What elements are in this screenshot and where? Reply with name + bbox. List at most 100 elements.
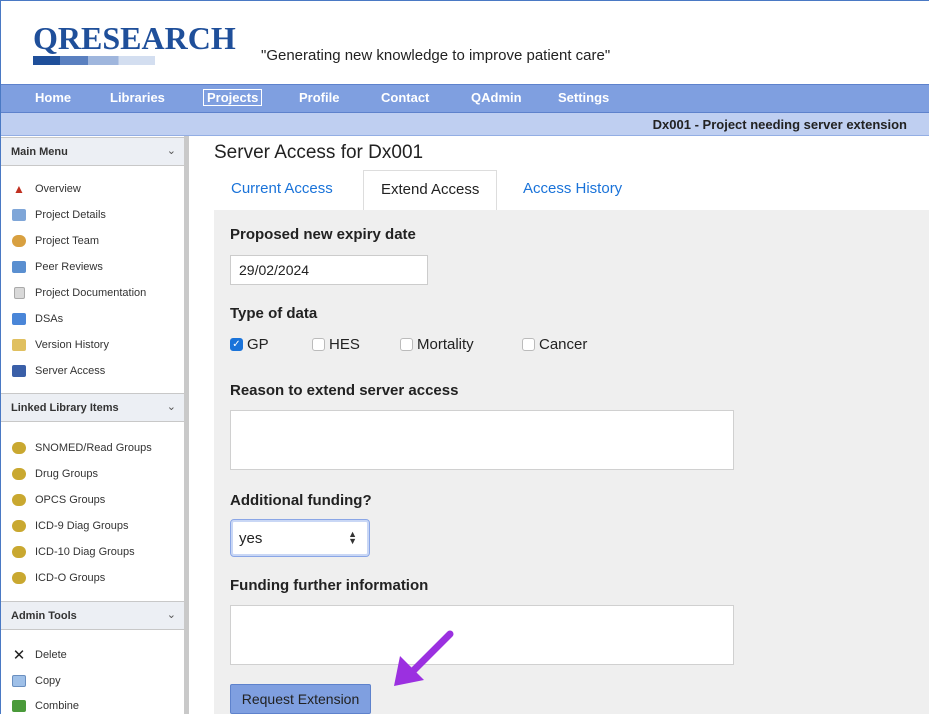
nav-home[interactable]: Home (35, 90, 71, 105)
annotation-arrow-icon (394, 630, 454, 686)
main-nav: Home Libraries Projects Profile Contact … (1, 84, 929, 113)
funding-info-textarea[interactable] (230, 605, 734, 665)
chevron-down-icon[interactable]: ⌄ (167, 144, 176, 157)
sidebar-item-combine[interactable]: Combine (11, 696, 79, 714)
sidebar-item-label: OPCS Groups (35, 494, 106, 506)
sidebar-item-icd10-groups[interactable]: ICD-10 Diag Groups (11, 542, 135, 562)
site-header: QRESEARCH "Generating new knowledge to i… (1, 1, 929, 84)
extend-access-form: Proposed new expiry date 29/02/2024 Type… (214, 210, 929, 714)
nav-contact[interactable]: Contact (381, 90, 429, 105)
sidebar-item-project-details[interactable]: Project Details (11, 205, 106, 225)
project-title: Dx001 - Project needing server extension (652, 117, 907, 132)
sidebar-item-icd9-groups[interactable]: ICD-9 Diag Groups (11, 516, 129, 536)
funding-label: Additional funding? (230, 492, 372, 509)
funding-info-label: Funding further information (230, 577, 429, 594)
checkbox-hes[interactable]: HES (312, 336, 360, 353)
library-group-icon (11, 441, 27, 455)
main-content: Server Access for Dx001 Current Access E… (194, 136, 929, 714)
expiry-date-input[interactable]: 29/02/2024 (230, 255, 428, 285)
sidebar-item-copy[interactable]: Copy (11, 671, 61, 691)
chevron-down-icon[interactable]: ⌄ (167, 608, 176, 621)
data-type-label: Type of data (230, 305, 318, 322)
checkbox-checked-icon[interactable]: ✓ (230, 338, 243, 351)
library-group-icon (11, 493, 27, 507)
admin-tools-header[interactable]: Admin Tools ⌄ (1, 601, 184, 630)
sidebar-item-delete[interactable]: ✕ Delete (11, 645, 67, 665)
project-details-icon (11, 208, 27, 222)
sidebar-item-label: ICD-10 Diag Groups (35, 546, 135, 558)
sidebar-item-label: Copy (35, 675, 61, 687)
project-bar: Dx001 - Project needing server extension (1, 113, 929, 136)
library-group-icon (11, 467, 27, 481)
sidebar-item-label: Drug Groups (35, 468, 98, 480)
dsa-icon (11, 312, 27, 326)
nav-profile[interactable]: Profile (299, 90, 339, 105)
sidebar-item-server-access[interactable]: Server Access (11, 361, 105, 381)
sidebar-item-overview[interactable]: ▲ Overview (11, 179, 81, 199)
main-menu-header[interactable]: Main Menu ⌄ (1, 137, 184, 166)
logo-text: QRESEARCH (33, 20, 236, 56)
tab-current-access[interactable]: Current Access (214, 170, 350, 210)
sidebar-item-label: Version History (35, 339, 109, 351)
sidebar-item-label: ICD-O Groups (35, 572, 106, 584)
sidebar-item-label: ICD-9 Diag Groups (35, 520, 129, 532)
server-icon (11, 364, 27, 378)
team-icon (11, 234, 27, 248)
nav-qadmin[interactable]: QAdmin (471, 90, 522, 105)
tagline: "Generating new knowledge to improve pat… (261, 47, 611, 64)
checkbox-unchecked-icon[interactable] (522, 338, 535, 351)
delete-x-icon: ✕ (12, 647, 26, 664)
funding-select[interactable]: yes ▲ ▼ (230, 519, 370, 557)
sidebar-item-snomed-groups[interactable]: SNOMED/Read Groups (11, 438, 152, 458)
sidebar: Main Menu ⌄ ▲ Overview Project Details P… (1, 136, 189, 714)
sidebar-item-label: Project Team (35, 235, 99, 247)
sidebar-item-label: Project Documentation (35, 287, 147, 299)
page-title: Server Access for Dx001 (214, 142, 424, 163)
checkbox-gp[interactable]: ✓ GP (230, 336, 269, 353)
tab-access-history[interactable]: Access History (506, 170, 639, 210)
funding-select-value: yes (239, 530, 263, 547)
sidebar-item-version-history[interactable]: Version History (11, 335, 109, 355)
expiry-date-label: Proposed new expiry date (230, 226, 416, 243)
nav-libraries[interactable]: Libraries (110, 90, 165, 105)
qresearch-logo[interactable]: QRESEARCH (33, 21, 236, 65)
sidebar-item-project-documentation[interactable]: Project Documentation (11, 283, 146, 303)
request-extension-button[interactable]: Request Extension (230, 684, 371, 714)
checkbox-label: Cancer (539, 336, 588, 353)
reason-textarea[interactable] (230, 410, 734, 470)
main-menu-heading: Main Menu (11, 146, 68, 158)
document-icon (11, 286, 27, 300)
checkbox-unchecked-icon[interactable] (312, 338, 325, 351)
sidebar-item-project-team[interactable]: Project Team (11, 231, 99, 251)
checkbox-label: HES (329, 336, 360, 353)
sidebar-item-label: Delete (35, 649, 67, 661)
sidebar-item-label: Server Access (35, 365, 106, 377)
sidebar-item-label: Project Details (35, 209, 106, 221)
sidebar-item-label: Peer Reviews (35, 261, 103, 273)
combine-icon (11, 699, 27, 713)
checkbox-mortality[interactable]: Mortality (400, 336, 474, 353)
sidebar-item-label: DSAs (35, 313, 64, 325)
library-group-icon (11, 519, 27, 533)
tab-extend-access[interactable]: Extend Access (363, 170, 498, 210)
sidebar-item-opcs-groups[interactable]: OPCS Groups (11, 490, 105, 510)
nav-projects[interactable]: Projects (203, 89, 263, 106)
linked-library-header[interactable]: Linked Library Items ⌄ (1, 393, 184, 422)
admin-tools-heading: Admin Tools (11, 610, 77, 622)
linked-library-heading: Linked Library Items (11, 402, 119, 414)
sidebar-item-peer-reviews[interactable]: Peer Reviews (11, 257, 103, 277)
library-group-icon (11, 571, 27, 585)
sidebar-item-icdo-groups[interactable]: ICD-O Groups (11, 568, 105, 588)
select-arrows-icon: ▲ ▼ (348, 529, 357, 546)
checkbox-cancer[interactable]: Cancer (522, 336, 587, 353)
sidebar-item-drug-groups[interactable]: Drug Groups (11, 464, 98, 484)
overview-icon: ▲ (13, 182, 25, 196)
chevron-down-icon[interactable]: ⌄ (167, 400, 176, 413)
nav-settings[interactable]: Settings (558, 90, 609, 105)
checkbox-label: Mortality (417, 336, 474, 353)
logo-bar (33, 56, 155, 65)
sidebar-item-dsas[interactable]: DSAs (11, 309, 63, 329)
checkbox-unchecked-icon[interactable] (400, 338, 413, 351)
copy-icon (11, 674, 27, 688)
checkbox-label: GP (247, 336, 269, 353)
